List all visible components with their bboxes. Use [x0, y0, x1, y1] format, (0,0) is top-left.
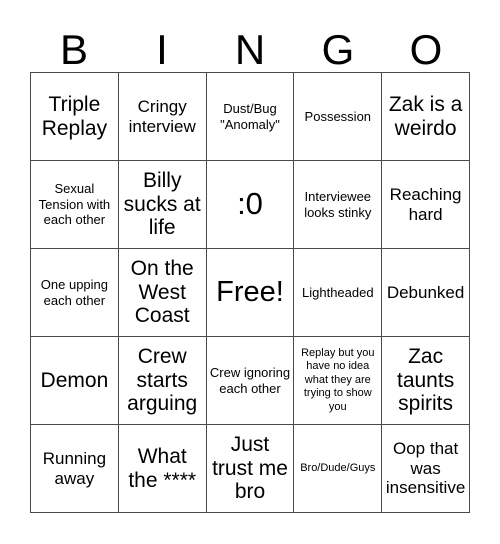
header-letter-o: O: [409, 26, 443, 73]
header-letter-b: B: [59, 26, 88, 73]
header-letter-n: N: [234, 26, 266, 73]
bingo-cell-b5[interactable]: Running away: [31, 425, 119, 513]
bingo-cell-label: Possession: [304, 108, 372, 124]
bingo-cell-b4[interactable]: Demon: [31, 337, 119, 425]
bingo-cell-i5[interactable]: What the ****: [118, 425, 207, 513]
bingo-cell-label: Demon: [40, 368, 109, 392]
bingo-free-space-label: Free!: [216, 275, 284, 308]
bingo-cell-g2[interactable]: Interviewee looks stinky: [294, 161, 383, 249]
bingo-header-row: B I N G O: [30, 14, 470, 72]
bingo-grid: Triple Replay Cringy interview Dust/Bug …: [30, 72, 470, 513]
bingo-cell-b2[interactable]: Sexual Tension with each other: [31, 161, 119, 249]
bingo-cell-label: Sexual Tension with each other: [38, 181, 111, 228]
bingo-cell-free-space[interactable]: Free!: [206, 249, 295, 337]
bingo-cell-label: Bro/Dude/Guys: [300, 461, 376, 474]
bingo-cell-o4[interactable]: Zac taunts spirits: [382, 337, 470, 425]
bingo-cell-g5[interactable]: Bro/Dude/Guys: [294, 425, 383, 513]
bingo-cell-label: Just trust me bro: [212, 433, 288, 504]
bingo-cell-b1[interactable]: Triple Replay: [31, 73, 119, 161]
bingo-cell-label: Cringy interview: [128, 97, 196, 136]
bingo-cell-label: One upping each other: [40, 276, 109, 308]
bingo-cell-i3[interactable]: On the West Coast: [118, 249, 207, 337]
bingo-cell-label: Reaching hard: [389, 185, 462, 224]
bingo-cell-label: :0: [237, 186, 263, 222]
bingo-cell-label: Crew ignoring each other: [209, 364, 291, 396]
bingo-cell-label: Running away: [42, 449, 107, 488]
header-letter-i: I: [156, 26, 168, 73]
bingo-cell-n2[interactable]: :0: [206, 161, 295, 249]
bingo-cell-g3[interactable]: Lightheaded: [294, 249, 383, 337]
header-letter-g: G: [321, 26, 355, 73]
bingo-cell-o3[interactable]: Debunked: [382, 249, 470, 337]
bingo-cell-g1[interactable]: Possession: [294, 73, 383, 161]
bingo-cell-label: What the ****: [128, 444, 197, 492]
bingo-cell-label: Oop that was insensitive: [385, 439, 466, 498]
bingo-cell-label: Debunked: [386, 282, 465, 302]
bingo-cell-o2[interactable]: Reaching hard: [382, 161, 470, 249]
bingo-cell-g4[interactable]: Replay but you have no idea what they ar…: [294, 337, 383, 425]
bingo-cell-n4[interactable]: Crew ignoring each other: [206, 337, 295, 425]
bingo-cell-label: Replay but you have no idea what they ar…: [301, 346, 375, 413]
bingo-cell-o5[interactable]: Oop that was insensitive: [382, 425, 470, 513]
bingo-cell-label: Triple Replay: [41, 92, 108, 140]
bingo-cell-label: Interviewee looks stinky: [304, 188, 372, 220]
bingo-card: B I N G O Triple Replay Cringy interview…: [0, 0, 500, 544]
bingo-cell-label: Billy sucks at life: [123, 169, 201, 240]
bingo-cell-label: Lightheaded: [302, 284, 374, 300]
bingo-cell-i2[interactable]: Billy sucks at life: [118, 161, 207, 249]
bingo-cell-n5[interactable]: Just trust me bro: [206, 425, 295, 513]
bingo-cell-label: Crew starts arguing: [127, 345, 198, 416]
bingo-cell-b3[interactable]: One upping each other: [31, 249, 119, 337]
bingo-cell-i1[interactable]: Cringy interview: [118, 73, 207, 161]
bingo-cell-n1[interactable]: Dust/Bug "Anomaly": [206, 73, 295, 161]
bingo-cell-i4[interactable]: Crew starts arguing: [118, 337, 207, 425]
bingo-cell-label: On the West Coast: [130, 257, 194, 328]
bingo-cell-label: Zak is a weirdo: [388, 92, 463, 140]
bingo-cell-o1[interactable]: Zak is a weirdo: [382, 73, 470, 161]
bingo-cell-label: Dust/Bug "Anomaly": [220, 100, 280, 132]
bingo-cell-label: Zac taunts spirits: [396, 345, 455, 416]
